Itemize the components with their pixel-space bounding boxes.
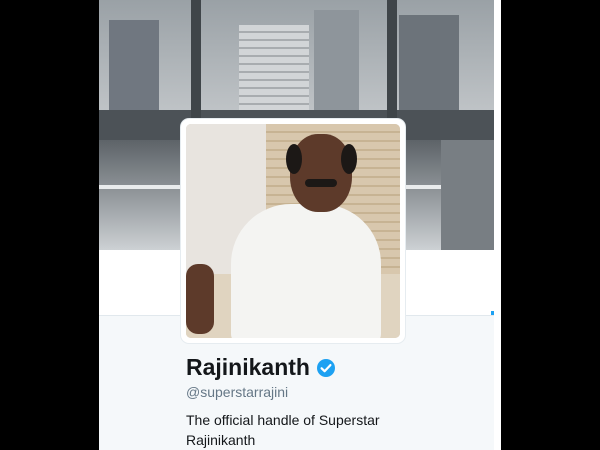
avatar-person-head: [290, 134, 352, 212]
header-pillar: [441, 140, 494, 250]
verified-badge-icon[interactable]: [316, 358, 336, 378]
avatar-person-hair: [341, 144, 357, 174]
avatar-person-arm: [186, 264, 214, 334]
avatar-photo: [186, 124, 400, 338]
avatar[interactable]: [181, 119, 405, 343]
profile-name[interactable]: Rajinikanth: [186, 354, 310, 381]
profile-bio: The official handle of Superstar Rajinik…: [186, 412, 380, 448]
profile-handle[interactable]: @superstarrajini: [186, 384, 288, 400]
profile-name-row: Rajinikanth: [186, 354, 336, 381]
avatar-person-hair: [286, 144, 302, 174]
avatar-person-shirt: [231, 204, 381, 338]
avatar-person-mustache: [305, 179, 337, 187]
profile-page: Rajinikanth @superstarrajini The officia…: [99, 0, 501, 450]
